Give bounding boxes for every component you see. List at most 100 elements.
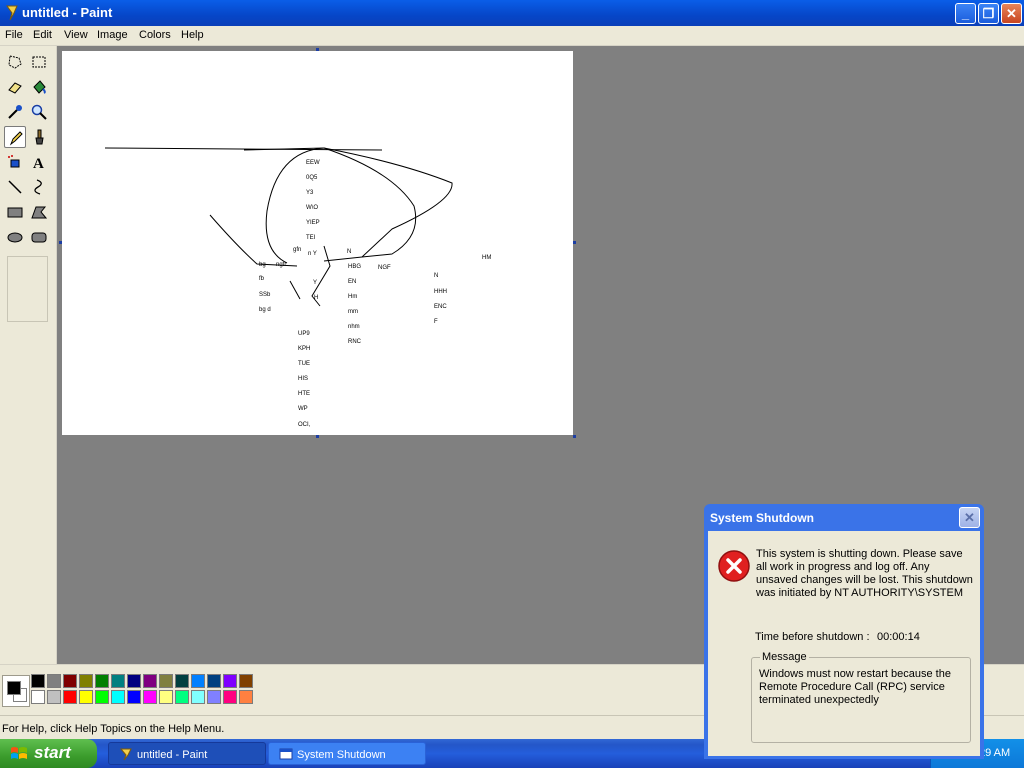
rectangle-tool[interactable] [4, 201, 26, 223]
menu-colors[interactable]: Colors [139, 29, 171, 41]
menu-view[interactable]: View [64, 29, 88, 41]
resize-handle-left [59, 241, 62, 244]
palette-swatch[interactable] [47, 690, 61, 704]
toolbox: A [0, 46, 57, 664]
palette-swatch[interactable] [175, 690, 189, 704]
curve-tool[interactable] [28, 176, 50, 198]
canvas-text: Y3 [306, 190, 314, 196]
restore-icon: ❐ [982, 6, 995, 21]
text-tool[interactable]: A [28, 151, 50, 173]
ellipse-icon [7, 232, 23, 243]
tool-options-box[interactable] [7, 256, 48, 322]
palette-swatch[interactable] [159, 674, 173, 688]
canvas-text: HBG [348, 264, 361, 270]
text-a-icon: A [33, 156, 44, 170]
palette-swatch[interactable] [175, 674, 189, 688]
rounded-rectangle-icon [31, 232, 47, 243]
close-icon: ✕ [964, 510, 975, 525]
canvas-text: YIEP [306, 220, 320, 226]
taskbar-item-system-shutdown[interactable]: System Shutdown [268, 742, 426, 765]
canvas-text: EEW [306, 160, 320, 166]
palette-swatch[interactable] [95, 690, 109, 704]
pick-color-tool[interactable] [4, 101, 26, 123]
palette-swatch[interactable] [95, 674, 109, 688]
palette-swatch[interactable] [191, 690, 205, 704]
palette-swatch[interactable] [47, 674, 61, 688]
start-button[interactable]: start [0, 739, 97, 768]
palette-swatch[interactable] [239, 690, 253, 704]
palette-swatch[interactable] [127, 674, 141, 688]
line-tool[interactable] [4, 176, 26, 198]
canvas-text: ngtr [276, 262, 286, 268]
magnifier-icon [31, 104, 47, 120]
time-before-shutdown-value: 00:00:14 [877, 631, 920, 643]
palette-swatch[interactable] [239, 674, 253, 688]
canvas-text: NGF [378, 265, 391, 271]
canvas-text: F [434, 319, 438, 325]
menu-image[interactable]: Image [97, 29, 128, 41]
fill-tool[interactable] [28, 76, 50, 98]
canvas-text: UP9 [298, 331, 310, 337]
select-icon [32, 56, 46, 68]
palette-swatch[interactable] [63, 690, 77, 704]
dialog-close-button[interactable]: ✕ [959, 507, 980, 528]
eraser-tool[interactable] [4, 76, 26, 98]
canvas-text: KPH [298, 346, 310, 352]
palette-swatch[interactable] [223, 690, 237, 704]
taskbar-item-paint[interactable]: untitled - Paint [108, 742, 266, 765]
brush-tool[interactable] [28, 126, 50, 148]
minimize-button[interactable]: _ [955, 3, 976, 24]
canvas-text: HHH [434, 289, 447, 295]
palette-swatch[interactable] [207, 690, 221, 704]
palette-swatch[interactable] [191, 674, 205, 688]
eraser-icon [8, 82, 22, 94]
canvas-text: ENC [434, 304, 447, 310]
palette-swatch[interactable] [31, 690, 45, 704]
palette-swatch[interactable] [79, 674, 93, 688]
airbrush-tool[interactable] [4, 151, 26, 173]
free-form-select-tool[interactable] [4, 51, 26, 73]
palette-swatch[interactable] [63, 674, 77, 688]
polygon-tool[interactable] [28, 201, 50, 223]
maximize-button[interactable]: ❐ [978, 3, 999, 24]
palette-swatch[interactable] [159, 690, 173, 704]
time-before-shutdown-label: Time before shutdown : [755, 631, 870, 643]
canvas-text: SSb [259, 292, 271, 298]
pencil-tool[interactable] [4, 126, 26, 148]
palette-swatch[interactable] [111, 690, 125, 704]
dialog-message: This system is shutting down. Please sav… [756, 548, 973, 599]
close-button[interactable]: ✕ [1001, 3, 1022, 24]
airbrush-icon [8, 155, 20, 168]
drawing-canvas[interactable]: EEW 0Q5 Y3 W\O YIEP TEI gfn n Y N bg ngt… [62, 51, 573, 435]
message-groupbox: Message Windows must now restart because… [751, 651, 971, 743]
palette-swatch[interactable] [127, 690, 141, 704]
palette-swatch[interactable] [223, 674, 237, 688]
ellipse-tool[interactable] [4, 226, 26, 248]
palette-swatch[interactable] [79, 690, 93, 704]
paint-app-icon [119, 748, 132, 761]
rounded-rectangle-tool[interactable] [28, 226, 50, 248]
palette-swatch[interactable] [143, 690, 157, 704]
title-bar[interactable]: untitled - Paint _ ❐ ✕ [0, 0, 1024, 26]
palette-swatch[interactable] [143, 674, 157, 688]
menu-bar: File Edit View Image Colors Help [0, 26, 1024, 46]
resize-handle-corner[interactable] [573, 435, 576, 438]
current-colors[interactable] [2, 675, 30, 707]
brush-icon [35, 129, 44, 145]
resize-handle-bottom[interactable] [316, 435, 319, 438]
palette-swatch[interactable] [31, 674, 45, 688]
pencil-icon [9, 131, 23, 146]
canvas-text: bg d [259, 307, 271, 313]
canvas-text: N [434, 273, 438, 279]
resize-handle-right[interactable] [573, 241, 576, 244]
select-tool[interactable] [28, 51, 50, 73]
close-icon: ✕ [1006, 6, 1017, 21]
magnifier-tool[interactable] [28, 101, 50, 123]
menu-file[interactable]: File [5, 29, 23, 41]
palette-swatch[interactable] [111, 674, 125, 688]
menu-edit[interactable]: Edit [33, 29, 52, 41]
palette-swatch[interactable] [207, 674, 221, 688]
canvas-text: bg [259, 262, 266, 268]
menu-help[interactable]: Help [181, 29, 204, 41]
canvas-text: N [347, 249, 351, 255]
